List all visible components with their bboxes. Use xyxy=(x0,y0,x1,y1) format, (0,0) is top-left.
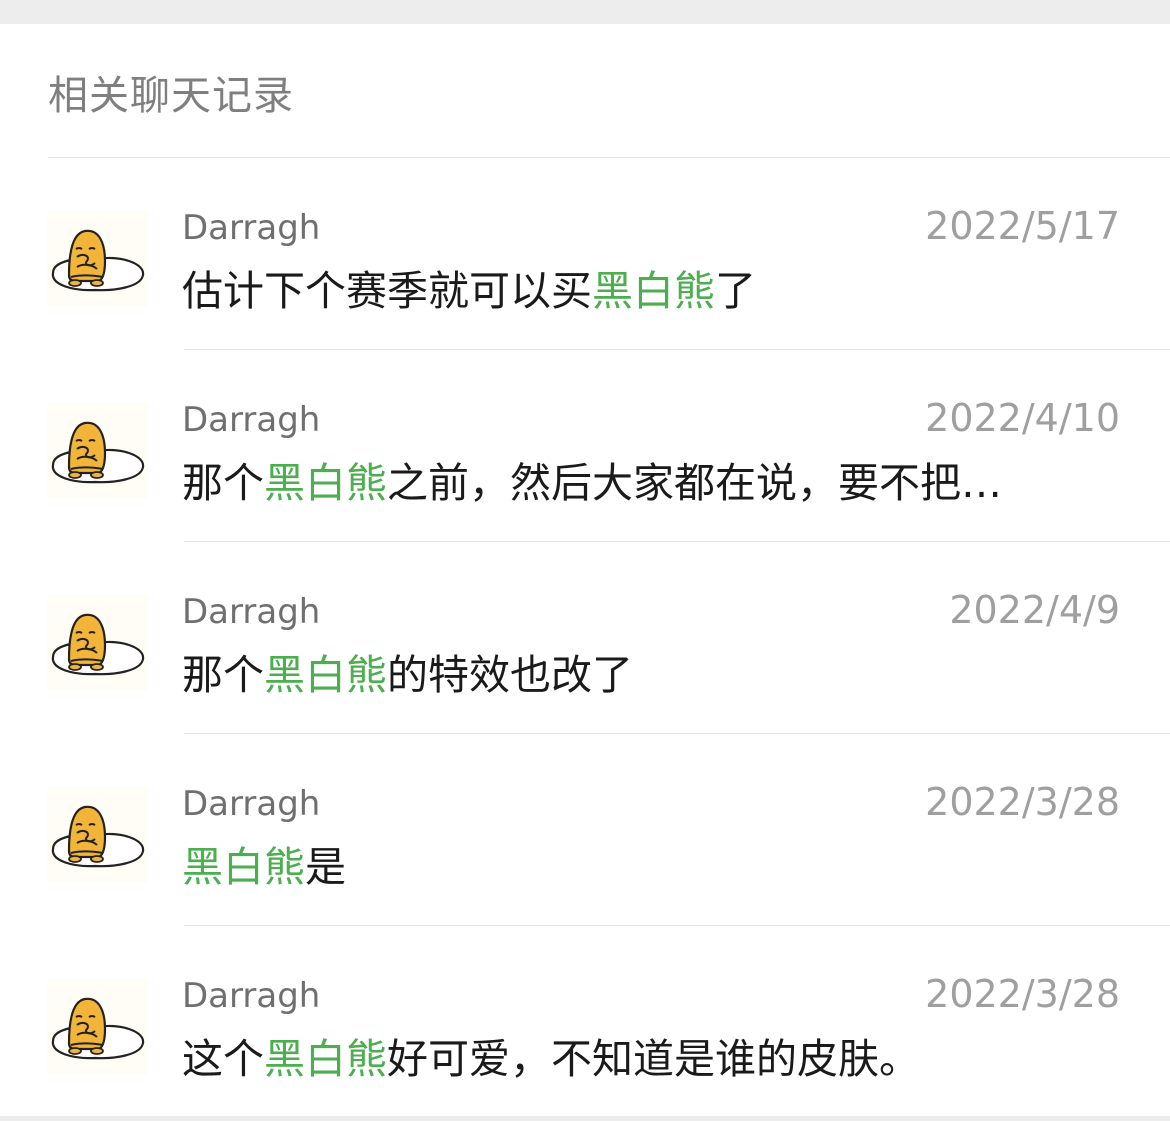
message-snippet: 这个黑白熊好可爱，不知道是谁的皮肤。 xyxy=(182,1030,1127,1088)
avatar xyxy=(47,403,147,499)
result-row[interactable]: Darragh 2022/4/9 那个黑白熊的特效也改了 xyxy=(0,542,1170,734)
section-title: 相关聊天记录 xyxy=(48,73,294,119)
result-row[interactable]: Darragh 2022/4/10 那个黑白熊之前，然后大家都在说，要不把… xyxy=(0,350,1170,542)
message-snippet: 那个黑白熊的特效也改了 xyxy=(182,646,1127,704)
snippet-text: 那个 xyxy=(182,651,264,699)
snippet-text: 了 xyxy=(715,267,756,315)
avatar xyxy=(47,595,147,691)
snippet-text: 的特效也改了 xyxy=(387,651,633,699)
message-date: 2022/3/28 xyxy=(925,780,1120,824)
snippet-text: 估计下个赛季就可以买 xyxy=(182,267,592,315)
keyword-highlight: 黑白熊 xyxy=(264,1035,387,1083)
results-list: Darragh 2022/5/17 估计下个赛季就可以买黑白熊了 Darragh… xyxy=(0,158,1170,1118)
avatar xyxy=(47,211,147,307)
sender-name: Darragh xyxy=(182,208,321,248)
result-row[interactable]: Darragh 2022/5/17 估计下个赛季就可以买黑白熊了 xyxy=(0,158,1170,350)
sender-name: Darragh xyxy=(182,400,321,440)
gudetama-egg-icon xyxy=(47,595,147,691)
snippet-text: 这个 xyxy=(182,1035,264,1083)
gudetama-egg-icon xyxy=(47,787,147,883)
gudetama-egg-icon xyxy=(47,979,147,1075)
message-snippet: 估计下个赛季就可以买黑白熊了 xyxy=(182,262,1127,320)
sender-name: Darragh xyxy=(182,784,321,824)
result-row[interactable]: Darragh 2022/3/28 黑白熊是 xyxy=(0,734,1170,926)
result-row[interactable]: Darragh 2022/3/28 这个黑白熊好可爱，不知道是谁的皮肤。 xyxy=(0,926,1170,1118)
message-snippet: 那个黑白熊之前，然后大家都在说，要不把… xyxy=(182,454,1127,512)
keyword-highlight: 黑白熊 xyxy=(592,267,715,315)
snippet-text: 是 xyxy=(305,843,346,891)
sender-name: Darragh xyxy=(182,592,321,632)
chat-history-card: 相关聊天记录 Darragh 2022/5/17 估计下个赛季就可以买黑白熊了 … xyxy=(0,24,1170,1116)
message-date: 2022/5/17 xyxy=(925,204,1120,248)
avatar xyxy=(47,979,147,1075)
message-date: 2022/3/28 xyxy=(925,972,1120,1016)
snippet-text: 好可爱，不知道是谁的皮肤。 xyxy=(387,1035,920,1083)
keyword-highlight: 黑白熊 xyxy=(182,843,305,891)
snippet-text: 那个 xyxy=(182,459,264,507)
keyword-highlight: 黑白熊 xyxy=(264,459,387,507)
message-date: 2022/4/10 xyxy=(925,396,1120,440)
snippet-text: 之前，然后大家都在说，要不把… xyxy=(387,459,1002,507)
gudetama-egg-icon xyxy=(47,211,147,307)
avatar xyxy=(47,787,147,883)
gudetama-egg-icon xyxy=(47,403,147,499)
sender-name: Darragh xyxy=(182,976,321,1016)
keyword-highlight: 黑白熊 xyxy=(264,651,387,699)
message-date: 2022/4/9 xyxy=(949,588,1120,632)
message-snippet: 黑白熊是 xyxy=(182,838,1127,896)
